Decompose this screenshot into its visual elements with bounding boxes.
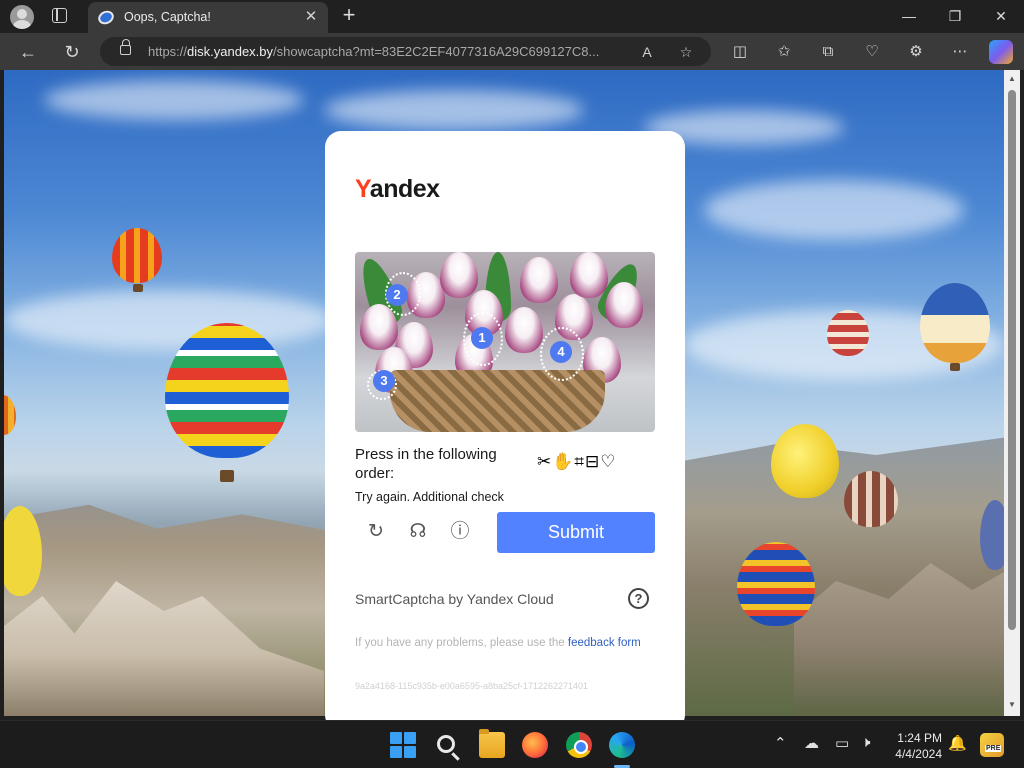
favorite-star-icon[interactable]: ☆ — [676, 42, 696, 62]
request-id: 9a2a4168-115c935b-e00a6595-a8ba25cf-1712… — [355, 681, 589, 691]
hot-air-balloon — [112, 228, 162, 283]
click-marker-1[interactable]: 1 — [471, 327, 493, 349]
volume-muted-icon[interactable]: 🕨 — [861, 734, 870, 751]
back-arrow-icon[interactable]: ← — [15, 39, 41, 65]
cloud — [4, 290, 334, 350]
balloon-basket — [950, 363, 960, 371]
profile-avatar-icon[interactable] — [10, 5, 34, 29]
hot-air-balloon — [4, 395, 16, 435]
tab-favicon-icon — [96, 8, 116, 27]
copilot-icon[interactable] — [989, 40, 1013, 64]
submit-button[interactable]: Submit — [497, 512, 655, 553]
minimize-button[interactable]: — — [886, 0, 932, 32]
tab-actions-icon[interactable] — [52, 8, 67, 23]
browser-essentials-icon[interactable]: ♡ — [859, 39, 885, 65]
clock-time: 1:24 PM — [897, 731, 942, 745]
search-icon[interactable] — [437, 735, 455, 753]
maximize-button[interactable]: ❐ — [932, 0, 978, 32]
split-screen-icon[interactable]: ◫ — [727, 39, 753, 65]
info-icon[interactable]: ⓘ — [449, 521, 471, 543]
cloud — [324, 90, 584, 130]
start-windows-icon[interactable] — [390, 732, 416, 758]
notification-bell-icon[interactable]: 🔔 — [948, 734, 967, 752]
click-marker-2[interactable]: 2 — [386, 284, 408, 306]
reload-captcha-icon[interactable]: ↻ — [365, 521, 387, 543]
flower-basket — [390, 370, 605, 432]
tulip — [505, 307, 543, 353]
address-bar[interactable]: https://disk.yandex.by/showcaptcha?mt=83… — [100, 37, 711, 66]
problems-text: If you have any problems, please use the… — [355, 637, 641, 649]
hot-air-balloon — [827, 310, 869, 356]
yandex-logo: Yandex — [355, 175, 440, 203]
more-menu-icon[interactable]: ⋯ — [947, 39, 973, 65]
order-icons: ✂✋⌗⊟♡ — [537, 452, 617, 471]
windows-taskbar: ⌃ ☁ ▭ 🕨 1:24 PM 4/4/2024 🔔 PRE — [0, 720, 1024, 768]
balloon-basket — [133, 284, 143, 292]
hot-air-balloon — [844, 471, 898, 527]
help-icon[interactable]: ? — [628, 588, 649, 609]
balloon-basket — [220, 470, 234, 482]
lock-icon[interactable] — [120, 39, 131, 55]
firefox-icon[interactable] — [522, 732, 548, 758]
url-text[interactable]: https://disk.yandex.by/showcaptcha?mt=83… — [148, 44, 599, 59]
hot-air-balloon — [980, 500, 1004, 570]
onedrive-icon[interactable]: ☁ — [804, 734, 819, 752]
collections-icon[interactable]: ⧉ — [815, 39, 841, 65]
click-marker-4[interactable]: 4 — [550, 341, 572, 363]
tab-close-icon[interactable]: ✕ — [302, 8, 320, 26]
tulip — [520, 257, 558, 303]
hot-air-balloon — [771, 424, 839, 498]
copilot-preview-icon[interactable]: PRE — [980, 733, 1004, 757]
network-icon[interactable]: ▭ — [835, 734, 849, 752]
chrome-icon[interactable] — [566, 732, 592, 758]
scrollbar-thumb[interactable] — [1008, 90, 1016, 630]
scroll-up-icon[interactable]: ▲ — [1007, 74, 1017, 84]
show-hidden-icons-chevron-icon[interactable]: ⌃ — [774, 734, 787, 752]
smartcaptcha-brand: SmartCaptcha by Yandex Cloud — [355, 591, 554, 607]
edge-icon[interactable] — [609, 732, 635, 758]
cloud — [704, 180, 964, 240]
captcha-error-message: Try again. Additional check — [355, 490, 504, 504]
favorites-icon[interactable]: ✩ — [771, 39, 797, 65]
tulip — [440, 252, 478, 298]
file-explorer-icon[interactable] — [479, 729, 505, 758]
tulip — [570, 252, 608, 298]
tulip — [605, 282, 643, 328]
captcha-card: Yandex 1 2 3 4 Press in the following or… — [325, 131, 685, 731]
extensions-icon[interactable]: ⚙ — [903, 39, 929, 65]
tab-title: Oops, Captcha! — [124, 10, 211, 24]
click-marker-3[interactable]: 3 — [373, 370, 395, 392]
hot-air-balloon — [920, 283, 990, 363]
captcha-instruction: Press in the following order: — [355, 446, 497, 482]
captcha-image[interactable]: 1 2 3 4 — [355, 252, 655, 432]
scroll-down-icon[interactable]: ▼ — [1007, 700, 1017, 710]
feedback-form-link[interactable]: feedback form — [568, 637, 641, 649]
clock-date: 4/4/2024 — [895, 747, 942, 761]
new-tab-button[interactable]: + — [338, 4, 360, 27]
hot-air-balloon — [165, 323, 289, 458]
page-scrollbar[interactable]: ▲ ▼ — [1004, 70, 1020, 716]
hot-air-balloon — [737, 542, 815, 626]
cloud — [44, 80, 304, 120]
read-aloud-icon[interactable]: A — [637, 42, 657, 62]
tab-captcha[interactable]: Oops, Captcha! ✕ — [88, 2, 328, 33]
audio-captcha-icon[interactable]: ☊ — [407, 521, 429, 543]
close-window-button[interactable]: ✕ — [978, 0, 1024, 32]
browser-title-bar: Oops, Captcha! ✕ + — ❐ ✕ — [0, 0, 1024, 33]
browser-toolbar: ← ↻ https://disk.yandex.by/showcaptcha?m… — [0, 33, 1024, 70]
refresh-icon[interactable]: ↻ — [59, 39, 85, 65]
system-clock[interactable]: 1:24 PM 4/4/2024 — [892, 730, 942, 762]
